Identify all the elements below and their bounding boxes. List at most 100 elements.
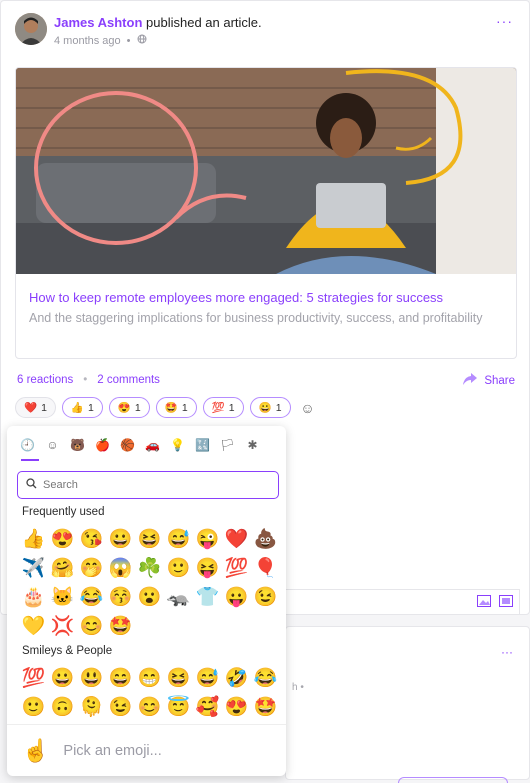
emoji-button[interactable]: 😇 [164,695,193,718]
active-tab-indicator [21,459,39,461]
reaction-chip-thumbs-up[interactable]: 👍 1 [61,397,103,418]
emoji-search-input[interactable] [43,479,263,491]
reaction-chip-grinning[interactable]: 😀 1 [249,397,291,418]
emoji-button[interactable]: 😂 [251,666,280,689]
emoji-button[interactable]: 😅 [164,527,193,550]
emoji-button[interactable]: 💢 [48,614,77,637]
post-header: James Ashton published an article. [54,15,262,30]
emoji-button[interactable]: 👍 [19,527,48,550]
emoji-button[interactable]: 💯 [222,556,251,579]
emoji-category-tabs: 🕘 ☺ 🐻 🍎 🏀 🚗 💡 🔣 🏳 ✱ [19,436,261,453]
emoji-button[interactable]: 😉 [251,585,280,608]
emoji-button[interactable]: 😊 [77,614,106,637]
emoji-button[interactable]: ✈️ [19,556,48,579]
emoji-button[interactable]: 🙂 [164,556,193,579]
reaction-chip-heart-eyes[interactable]: 😍 1 [108,397,150,418]
emoji-button[interactable]: 💯 [19,666,48,689]
emoji-button[interactable]: 🎂 [19,585,48,608]
smileys-section-title: Smileys & People [22,645,113,657]
activity-icon[interactable]: 🏀 [119,436,136,453]
add-reaction-icon[interactable]: ☺ [296,397,319,418]
objects-icon[interactable]: 💡 [169,436,186,453]
emoji-button[interactable]: 😁 [135,666,164,689]
post-meta: 4 months ago • [54,34,147,47]
meta-separator: • [126,34,131,47]
food-icon[interactable]: 🍎 [94,436,111,453]
emoji-button[interactable]: 🤩 [251,695,280,718]
emoji-button[interactable]: 😊 [135,695,164,718]
post-time: 4 months ago [54,34,121,47]
emoji-button[interactable]: 😉 [106,695,135,718]
reaction-count: 1 [41,401,47,414]
avatar[interactable] [15,13,47,45]
article-title[interactable]: How to keep remote employees more engage… [29,290,443,305]
comment-toolbar [286,589,520,615]
smileys-emoji-grid: 💯 😀 😃 😄 😁 😆 😅 🤣 😂 🙂 🙃 🫠 😉 😊 😇 🥰 😍 🤩 [19,666,280,718]
emoji-button[interactable]: 😘 [77,527,106,550]
emoji-button[interactable]: 😅 [193,666,222,689]
emoji-button[interactable]: 😄 [106,666,135,689]
emoji-button[interactable]: 🙂 [19,695,48,718]
emoji-button[interactable]: 😆 [135,527,164,550]
emoji-button[interactable]: 😜 [193,527,222,550]
next-post-card: ··· h • [285,626,530,783]
reaction-chip-heart[interactable]: ❤️ 1 [15,397,56,418]
emoji-button[interactable]: 😃 [77,666,106,689]
emoji-button[interactable]: 🫠 [77,695,106,718]
emoji-button[interactable]: 👕 [193,585,222,608]
smileys-icon[interactable]: ☺ [44,436,61,453]
recent-icon[interactable]: 🕘 [19,436,36,453]
reaction-emoji: 🤩 [164,402,178,414]
emoji-button[interactable]: 🤗 [48,556,77,579]
emoji-button[interactable]: 😮 [135,585,164,608]
emoji-search-field[interactable] [17,471,279,499]
reactions-count[interactable]: 6 reactions [17,374,73,386]
emoji-button[interactable]: 😚 [106,585,135,608]
reaction-count: 1 [88,401,94,414]
emoji-button[interactable]: 😍 [222,695,251,718]
emoji-button[interactable]: 😛 [222,585,251,608]
image-icon[interactable] [477,594,491,610]
more-options-icon[interactable]: ··· [501,645,513,659]
emoji-button[interactable]: 🤩 [106,614,135,637]
emoji-button[interactable]: 😂 [77,585,106,608]
more-options-icon[interactable]: ··· [496,13,513,29]
reaction-emoji: 😍 [117,402,131,414]
symbols-icon[interactable]: 🔣 [194,436,211,453]
emoji-button[interactable]: 🦡 [164,585,193,608]
emoji-button[interactable]: 😀 [48,666,77,689]
comments-count[interactable]: 2 comments [97,374,160,386]
emoji-button[interactable]: 😆 [164,666,193,689]
emoji-button[interactable]: 💛 [19,614,48,637]
emoji-button[interactable]: ☘️ [135,556,164,579]
emoji-button[interactable]: 🙃 [48,695,77,718]
gif-icon[interactable] [499,594,513,610]
preview-text: Pick an emoji... [63,742,162,759]
reaction-chip-hundred[interactable]: 💯 1 [202,397,244,418]
article-preview[interactable]: How to keep remote employees more engage… [15,67,517,359]
reaction-count: 1 [134,401,141,414]
share-button[interactable]: Share [462,372,515,389]
share-icon [462,372,478,389]
emoji-button[interactable]: 😝 [193,556,222,579]
emoji-button[interactable]: 🐱 [48,585,77,608]
article-subtitle: And the staggering implications for busi… [29,311,483,325]
emoji-button[interactable]: 😀 [106,527,135,550]
emoji-button[interactable]: 😍 [48,527,77,550]
travel-icon[interactable]: 🚗 [144,436,161,453]
reactions-bar: ❤️ 1 👍 1 😍 1 🤩 1 💯 1 😀 1 ☺ [15,397,319,418]
animals-icon[interactable]: 🐻 [69,436,86,453]
emoji-button[interactable]: 💩 [251,527,280,550]
emoji-button[interactable]: 🥰 [193,695,222,718]
author-name[interactable]: James Ashton [54,15,142,30]
emoji-button[interactable]: 🤣 [222,666,251,689]
emoji-button[interactable]: 🤭 [77,556,106,579]
emoji-button[interactable]: 🎈 [251,556,280,579]
custom-icon[interactable]: ✱ [244,436,261,453]
action-button-outline[interactable] [398,777,508,783]
emoji-button[interactable]: 😱 [106,556,135,579]
flags-icon[interactable]: 🏳 [219,436,236,453]
reaction-chip-star-struck[interactable]: 🤩 1 [155,397,197,418]
emoji-button[interactable]: ❤️ [222,527,251,550]
post-meta: h • [292,682,304,693]
